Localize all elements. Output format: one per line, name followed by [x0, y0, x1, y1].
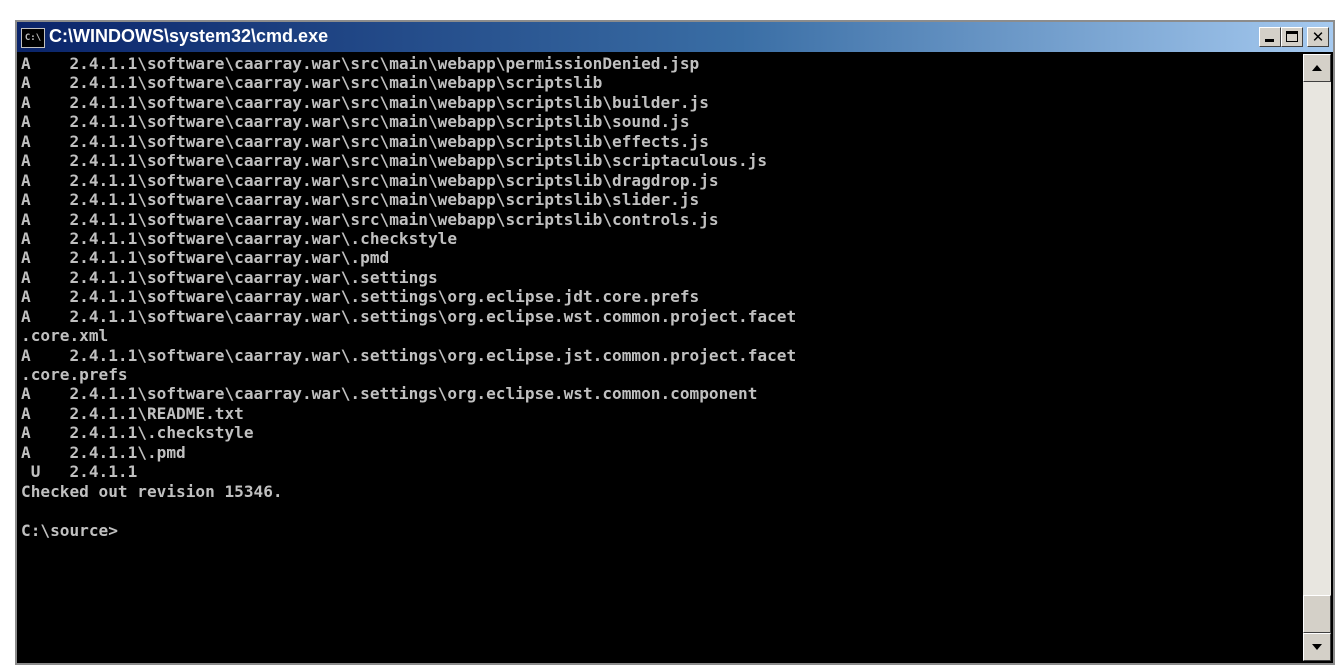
console-line: A 2.4.1.1\software\caarray.war\src\main\…: [21, 73, 603, 93]
minimize-button[interactable]: [1259, 27, 1281, 47]
console-line: .core.prefs: [21, 365, 128, 384]
console-line: A 2.4.1.1\software\caarray.war\src\main\…: [21, 112, 690, 132]
scroll-up-arrow-icon: [1312, 65, 1322, 71]
console-line: A 2.4.1.1\software\caarray.war\src\main\…: [21, 209, 719, 229]
console-line: A 2.4.1.1\software\caarray.war\.settings…: [21, 306, 797, 326]
console-line: A 2.4.1.1\software\caarray.war\src\main\…: [21, 170, 719, 190]
vertical-scrollbar[interactable]: [1303, 54, 1331, 661]
window-title: C:\WINDOWS\system32\cmd.exe: [49, 26, 329, 46]
console-line: A 2.4.1.1\software\caarray.war\src\main\…: [21, 92, 709, 112]
console-line: A 2.4.1.1\software\caarray.war\.pmd: [21, 248, 390, 268]
console-line: A 2.4.1.1\software\caarray.war\src\main\…: [21, 131, 709, 151]
console-line: A 2.4.1.1\software\caarray.war\src\main\…: [21, 190, 700, 210]
console-line: A 2.4.1.1\software\caarray.war\.checksty…: [21, 228, 458, 248]
console-line: A 2.4.1.1\software\caarray.war\src\main\…: [21, 54, 700, 73]
console-line: A 2.4.1.1\software\caarray.war\src\main\…: [21, 151, 768, 171]
console-line: A 2.4.1.1\software\caarray.war\.settings…: [21, 287, 700, 307]
console-line: A 2.4.1.1\.pmd: [21, 442, 186, 462]
console-line: A 2.4.1.1\software\caarray.war\.settings: [21, 267, 438, 287]
console-line: .core.xml: [21, 326, 109, 346]
scroll-down-arrow-icon: [1312, 644, 1322, 650]
console-line: U 2.4.1.1: [21, 462, 138, 482]
scroll-down-button[interactable]: [1303, 633, 1331, 661]
cmd-icon[interactable]: C:\: [21, 28, 45, 48]
console-line: A 2.4.1.1\software\caarray.war\.settings…: [21, 384, 758, 404]
minimize-icon: [1265, 39, 1274, 42]
cmd-window: C:\ C:\WINDOWS\system32\cmd.exe ✕ A 2.4.…: [15, 20, 1335, 665]
close-icon: ✕: [1311, 28, 1325, 46]
console-line: A 2.4.1.1\.checkstyle: [21, 423, 254, 443]
console-line: A 2.4.1.1\software\caarray.war\.settings…: [21, 345, 797, 365]
console-line: Checked out revision 15346.: [21, 481, 283, 501]
maximize-icon: [1286, 31, 1298, 42]
console-output[interactable]: A 2.4.1.1\software\caarray.war\src\main\…: [21, 54, 1301, 661]
scrollbar-thumb[interactable]: [1303, 595, 1331, 633]
close-button[interactable]: ✕: [1307, 27, 1329, 47]
scroll-up-button[interactable]: [1303, 54, 1331, 82]
console-line: A 2.4.1.1\README.txt: [21, 403, 244, 423]
console-line: C:\source>: [21, 520, 118, 540]
maximize-button[interactable]: [1281, 27, 1303, 47]
title-bar[interactable]: C:\ C:\WINDOWS\system32\cmd.exe ✕: [17, 22, 1333, 52]
